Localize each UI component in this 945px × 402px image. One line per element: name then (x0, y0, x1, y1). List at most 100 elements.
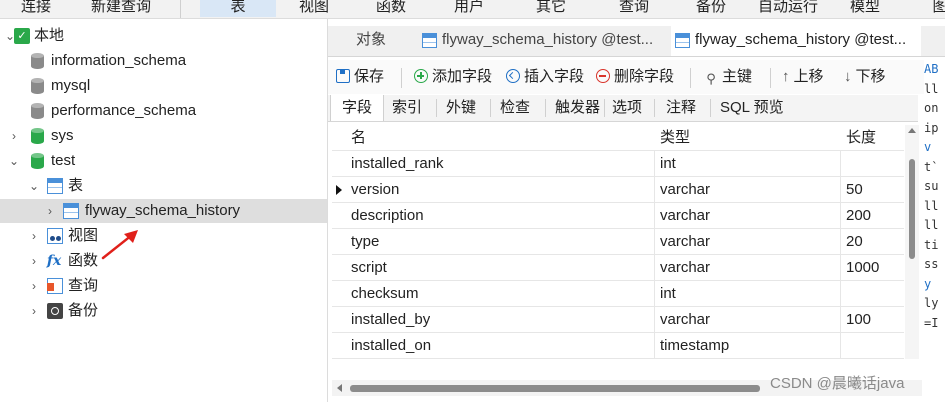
header-name[interactable]: 名 (351, 125, 366, 150)
chevron-down-icon[interactable]: ⌄ (28, 174, 40, 198)
editor-tab-bar: 对象 flyway_schema_history @test... flyway… (328, 26, 945, 57)
menu-functions[interactable]: 函数 (360, 0, 422, 17)
chevron-right-icon[interactable]: › (28, 274, 40, 298)
vertical-scrollbar-thumb[interactable] (909, 159, 915, 259)
scroll-left-icon[interactable] (337, 384, 342, 392)
table-row[interactable]: installed_rank int (332, 151, 904, 177)
tab-flyway-schema-history-1[interactable]: flyway_schema_history @test... (418, 26, 668, 56)
tree-folder-backups[interactable]: › 备份 (0, 299, 327, 323)
add-icon (414, 69, 428, 83)
table-row[interactable]: script varchar 1000 (332, 255, 904, 281)
horizontal-scrollbar-thumb[interactable] (350, 385, 760, 392)
menu-connect[interactable]: 连接 (8, 0, 64, 17)
field-type-cell[interactable]: varchar (660, 307, 710, 332)
field-length-cell[interactable]: 20 (846, 229, 863, 254)
field-name-cell[interactable]: installed_on (351, 333, 431, 358)
code-line: ll (924, 81, 939, 96)
tree-db-information-schema[interactable]: information_schema (0, 49, 327, 73)
tree-root-local[interactable]: ⌄ ✓ 本地 (0, 24, 327, 48)
field-name-cell[interactable]: checksum (351, 281, 419, 306)
table-edit-icon (675, 33, 690, 48)
primary-key-button[interactable]: ⚲ 主键 (704, 65, 752, 89)
field-name-cell[interactable]: version (351, 177, 399, 202)
field-type-cell[interactable]: varchar (660, 203, 710, 228)
table-row[interactable]: type varchar 20 (332, 229, 904, 255)
tab-objects[interactable]: 对象 (328, 26, 414, 56)
menu-query[interactable]: 查询 (605, 0, 663, 17)
code-line: ll (924, 198, 939, 213)
delete-field-button[interactable]: 删除字段 (596, 65, 674, 89)
field-name-cell[interactable]: script (351, 255, 387, 280)
field-name-cell[interactable]: description (351, 203, 424, 228)
table-row[interactable]: checksum int (332, 281, 904, 307)
tree-folder-views[interactable]: › 视图 (0, 224, 327, 248)
tree-db-mysql[interactable]: mysql (0, 74, 327, 98)
subtab-fields[interactable]: 字段 (330, 95, 384, 121)
tree-db-sys[interactable]: › sys (0, 124, 327, 148)
subtab-foreign-keys[interactable]: 外键 (446, 95, 476, 121)
subtab-comment[interactable]: 注释 (666, 95, 696, 121)
insert-field-button[interactable]: 插入字段 (506, 65, 584, 89)
chevron-right-icon[interactable]: › (44, 199, 56, 223)
chevron-right-icon[interactable]: › (28, 224, 40, 248)
table-row[interactable]: version varchar 50 (332, 177, 904, 203)
chevron-right-icon[interactable]: › (8, 124, 20, 148)
field-name-cell[interactable]: type (351, 229, 379, 254)
tree-folder-tables[interactable]: ⌄ 表 (0, 174, 327, 198)
menu-model[interactable]: 模型 (836, 0, 894, 17)
vertical-scrollbar[interactable] (905, 125, 919, 359)
tree-db-test[interactable]: ⌄ test (0, 149, 327, 173)
field-name-cell[interactable]: installed_by (351, 307, 430, 332)
subtab-separator (490, 99, 491, 117)
menu-views[interactable]: 视图 (285, 0, 343, 17)
table-row[interactable]: description varchar 200 (332, 203, 904, 229)
field-type-cell[interactable]: varchar (660, 177, 710, 202)
field-name-cell[interactable]: installed_rank (351, 151, 444, 176)
delete-field-label: 删除字段 (614, 68, 675, 85)
subtab-triggers[interactable]: 触发器 (555, 95, 600, 121)
subtab-sql-preview[interactable]: SQL 预览 (720, 95, 784, 121)
subtab-indexes[interactable]: 索引 (392, 95, 422, 121)
add-field-button[interactable]: 添加字段 (414, 65, 492, 89)
field-length-cell[interactable]: 50 (846, 177, 863, 202)
subtab-options[interactable]: 选项 (612, 95, 642, 121)
move-down-button[interactable]: ↓ 下移 (844, 65, 886, 89)
scroll-up-icon[interactable] (908, 128, 916, 133)
code-line: ip (924, 120, 939, 135)
code-line: ly (924, 296, 939, 310)
menu-tables[interactable]: 表 (200, 0, 276, 17)
field-type-cell[interactable]: int (660, 281, 676, 306)
chevron-right-icon[interactable]: › (28, 299, 40, 323)
tree-table-label: flyway_schema_history (85, 202, 241, 219)
field-length-cell[interactable]: 100 (846, 307, 871, 332)
field-type-cell[interactable]: timestamp (660, 333, 729, 358)
menu-automation[interactable]: 自动运行 (755, 0, 821, 17)
chevron-down-icon[interactable]: ⌄ (8, 149, 20, 173)
tree-table-flyway-schema-history[interactable]: › flyway_schema_history (0, 199, 327, 223)
header-type[interactable]: 类型 (660, 125, 690, 150)
menu-backup[interactable]: 备份 (680, 0, 742, 17)
arrow-down-icon: ↓ (844, 68, 852, 85)
save-button[interactable]: 保存 (336, 65, 384, 89)
move-up-button[interactable]: ↑ 上移 (782, 65, 824, 89)
tree-folder-functions[interactable]: › fx 函数 (0, 249, 327, 273)
field-type-cell[interactable]: int (660, 151, 676, 176)
menu-users[interactable]: 用户 (438, 0, 500, 17)
field-length-cell[interactable]: 200 (846, 203, 871, 228)
tab-flyway-schema-history-2[interactable]: flyway_schema_history @test... (671, 26, 921, 56)
menu-others[interactable]: 其它 (520, 0, 582, 17)
code-line: =I (924, 315, 939, 330)
table-row[interactable]: installed_by varchar 100 (332, 307, 904, 333)
menu-chart[interactable]: 图 (920, 0, 945, 17)
menu-new-query[interactable]: 新建查询 (78, 0, 164, 17)
field-type-cell[interactable]: varchar (660, 229, 710, 254)
tree-folder-queries[interactable]: › 查询 (0, 274, 327, 298)
chevron-right-icon[interactable]: › (28, 249, 40, 273)
field-type-cell[interactable]: varchar (660, 255, 710, 280)
table-row[interactable]: installed_on timestamp (332, 333, 904, 359)
field-length-cell[interactable]: 1000 (846, 255, 879, 280)
subtab-checks[interactable]: 检查 (500, 95, 530, 121)
tree-folder-label: 视图 (68, 227, 99, 244)
tree-db-performance-schema[interactable]: performance_schema (0, 99, 327, 123)
header-length[interactable]: 长度 (846, 125, 876, 150)
